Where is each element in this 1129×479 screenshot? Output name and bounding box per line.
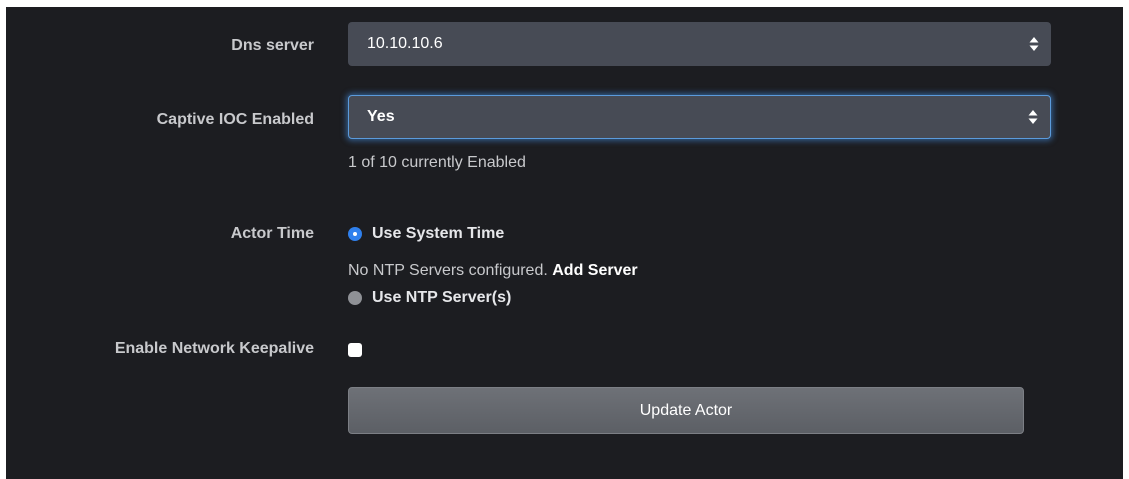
- dns-server-value: 10.10.10.6: [367, 35, 443, 52]
- ntp-note: No NTP Servers configured. Add Server: [348, 262, 638, 280]
- update-actor-button[interactable]: Update Actor: [348, 387, 1024, 434]
- use-system-time-label: Use System Time: [372, 225, 505, 242]
- sort-updown-icon: [1028, 110, 1038, 124]
- captive-ioc-select[interactable]: Yes: [348, 95, 1051, 139]
- use-ntp-server-option[interactable]: Use NTP Server(s): [348, 289, 511, 307]
- dns-server-label: Dns server: [231, 37, 314, 54]
- use-system-time-option[interactable]: Use System Time: [348, 225, 504, 243]
- captive-ioc-helper-text: 1 of 10 currently Enabled: [348, 154, 526, 171]
- dns-server-select[interactable]: 10.10.10.6: [348, 22, 1051, 66]
- add-server-link[interactable]: Add Server: [552, 262, 637, 279]
- captive-ioc-label: Captive IOC Enabled: [156, 111, 314, 128]
- ntp-note-text: No NTP Servers configured.: [348, 262, 548, 279]
- sort-updown-icon: [1029, 37, 1039, 51]
- use-system-time-radio[interactable]: [348, 227, 362, 241]
- actor-settings-panel: Dns server 10.10.10.6 Captive IOC Enable…: [6, 7, 1123, 479]
- network-keepalive-checkbox[interactable]: [348, 343, 362, 357]
- captive-ioc-value: Yes: [367, 108, 395, 125]
- use-ntp-server-radio[interactable]: [348, 291, 362, 305]
- network-keepalive-label: Enable Network Keepalive: [114, 340, 314, 357]
- actor-time-label: Actor Time: [230, 225, 314, 242]
- use-ntp-server-label: Use NTP Server(s): [372, 289, 512, 306]
